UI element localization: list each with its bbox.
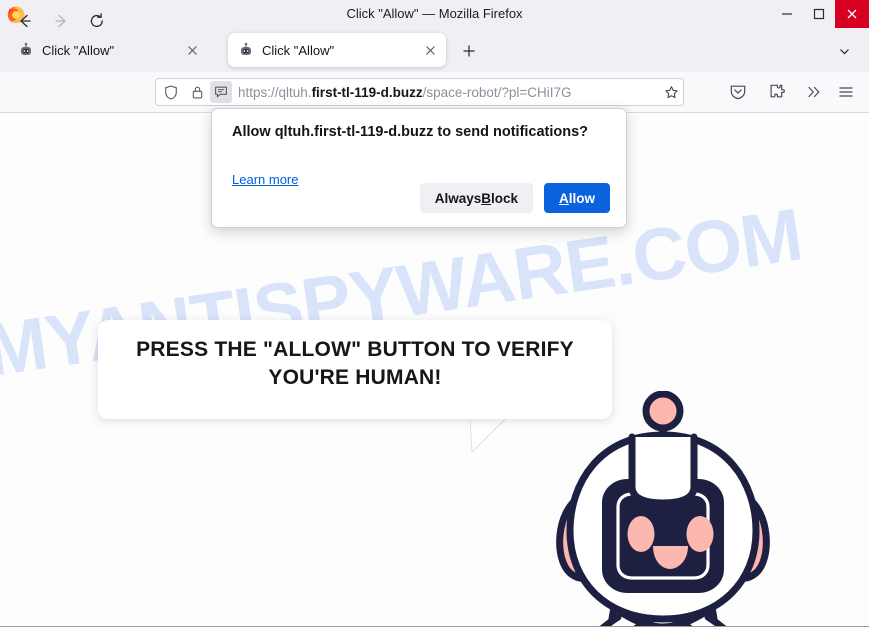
forward-button[interactable] xyxy=(48,8,74,34)
title-bar: Click "Allow" — Mozilla Firefox xyxy=(0,0,869,28)
url-path: /space-robot/?pl=CHiI7G xyxy=(422,84,572,100)
always-block-accesskey: B xyxy=(481,190,491,206)
url-subdomain: qltuh. xyxy=(278,84,312,100)
firefox-browser-window: Click "Allow" — Mozilla Firefox Click "A… xyxy=(0,0,869,628)
robot-right-eye xyxy=(686,516,714,552)
allow-button[interactable]: Allow xyxy=(544,183,610,213)
star-icon[interactable] xyxy=(659,85,683,100)
list-all-tabs-chevron-down-icon[interactable] xyxy=(833,40,855,62)
page-headline: PRESS THE "ALLOW" BUTTON TO VERIFY YOU'R… xyxy=(98,336,612,392)
speech-bubble-tail xyxy=(470,418,506,454)
learn-more-link[interactable]: Learn more xyxy=(232,172,298,187)
space-robot-mascot xyxy=(556,391,770,626)
tracking-protection-shield-icon[interactable] xyxy=(160,81,182,103)
notification-permission-icon[interactable] xyxy=(210,81,232,103)
doorhanger-buttons: Always Block Allow xyxy=(419,183,610,213)
padlock-icon[interactable] xyxy=(186,81,208,103)
url-domain: first-tl-119-d.buzz xyxy=(311,84,423,100)
reload-button[interactable] xyxy=(84,8,110,34)
url-scheme: https:// xyxy=(238,84,279,100)
speech-bubble-card: PRESS THE "ALLOW" BUTTON TO VERIFY YOU'R… xyxy=(98,320,612,419)
robot-favicon xyxy=(241,42,251,55)
allow-accesskey: A xyxy=(559,190,569,206)
headline-line-1: PRESS THE "ALLOW" BUTTON TO VERIFY xyxy=(136,338,574,361)
back-button[interactable] xyxy=(12,8,38,34)
extensions-puzzle-icon[interactable] xyxy=(765,80,789,104)
window-title: Click "Allow" — Mozilla Firefox xyxy=(346,6,523,21)
allow-suffix: llow xyxy=(568,190,595,206)
new-tab-button[interactable] xyxy=(458,40,480,62)
hamburger-menu-icon[interactable] xyxy=(834,80,858,104)
robot-favicon xyxy=(21,42,31,55)
url-bar[interactable]: https://qltuh.first-tl-119-d.buzz/space-… xyxy=(155,78,684,106)
always-block-suffix: lock xyxy=(490,190,518,206)
always-block-prefix: Always xyxy=(434,190,482,206)
overflow-chevrons-icon[interactable] xyxy=(802,80,826,104)
notification-permission-doorhanger: Allow qltuh.first-tl-119-d.buzz to send … xyxy=(211,108,627,228)
tab-item-1[interactable]: Click "Allow" xyxy=(8,33,208,67)
tab-label: Click "Allow" xyxy=(262,42,335,58)
close-window-button[interactable] xyxy=(835,0,869,28)
headline-line-2: YOU'RE HUMAN! xyxy=(268,366,442,389)
pocket-icon[interactable] xyxy=(726,80,750,104)
robot-left-eye xyxy=(627,516,655,552)
antenna-ball xyxy=(642,391,684,432)
url-text[interactable]: https://qltuh.first-tl-119-d.buzz/space-… xyxy=(238,85,659,100)
tab-strip: Click "Allow" Click "Allow" xyxy=(0,28,869,72)
maximize-button[interactable] xyxy=(803,0,835,28)
tab-item-2[interactable]: Click "Allow" xyxy=(228,33,446,67)
tab-close-icon[interactable] xyxy=(182,40,202,60)
doorhanger-title: Allow qltuh.first-tl-119-d.buzz to send … xyxy=(232,124,589,140)
window-controls xyxy=(771,0,869,28)
minimize-button[interactable] xyxy=(771,0,803,28)
tab-label: Click "Allow" xyxy=(42,42,115,58)
tab-close-icon[interactable] xyxy=(420,40,440,60)
always-block-button[interactable]: Always Block xyxy=(419,183,533,213)
